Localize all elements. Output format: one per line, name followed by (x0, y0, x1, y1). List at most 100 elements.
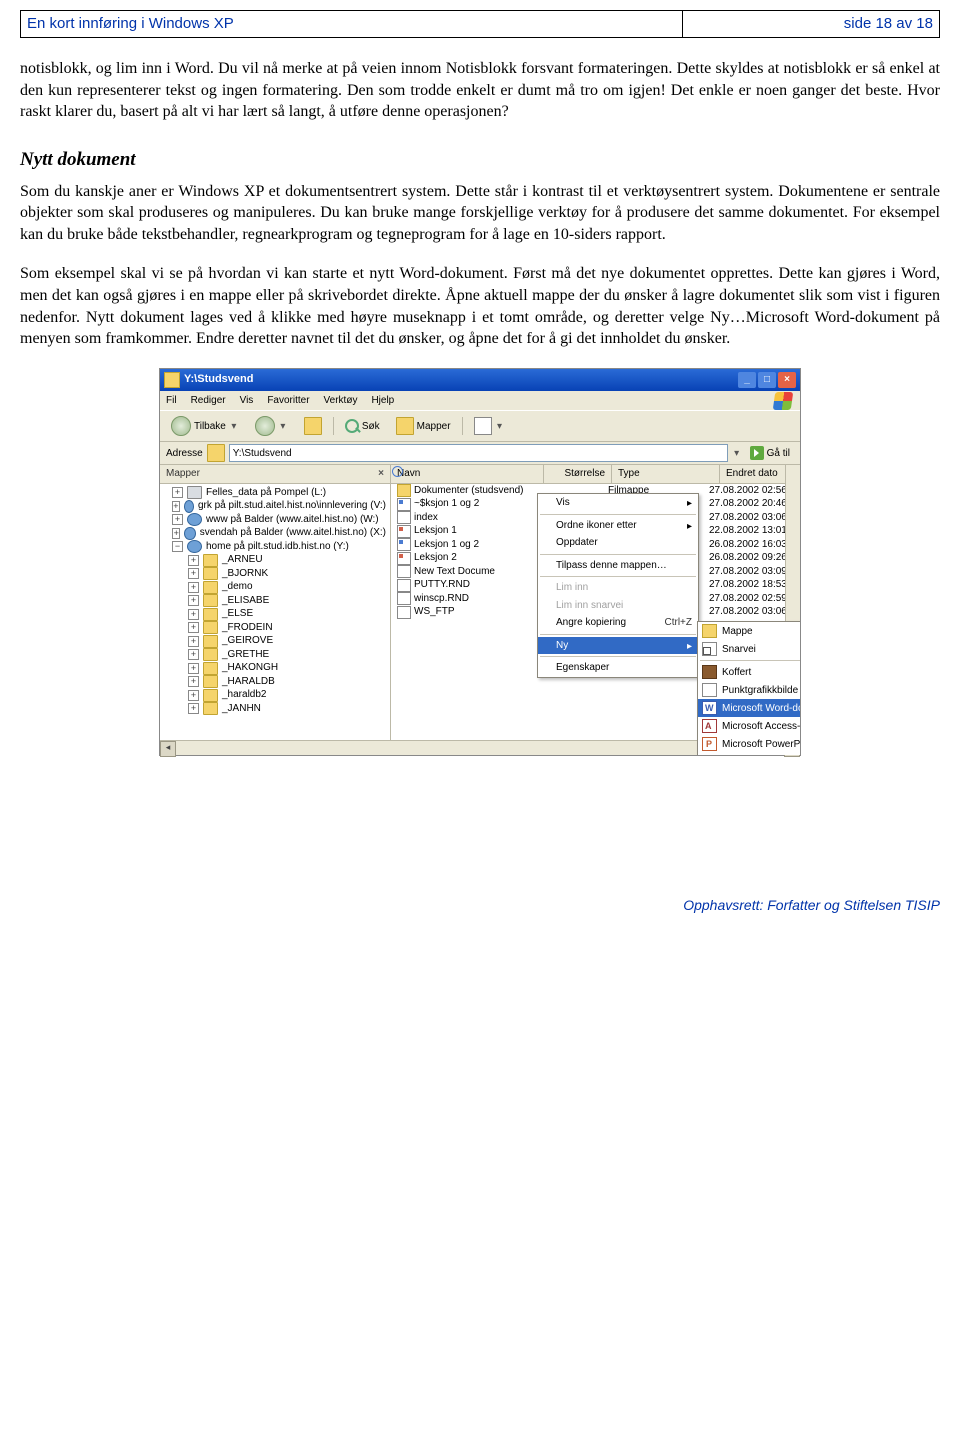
context-menu[interactable]: Vis ▸ Ordne ikoner etter ▸ Oppdater Tilp… (537, 493, 699, 678)
expand-toggle[interactable]: + (188, 555, 199, 566)
tree-item[interactable]: + _GRETHE (162, 648, 388, 662)
new-submenu[interactable]: MappeSnarveiKoffertPunktgrafikkbildeMicr… (697, 621, 800, 755)
tree-item[interactable]: +_HAKONGH (162, 661, 388, 675)
expand-toggle[interactable]: + (188, 690, 199, 701)
submenu-item[interactable]: Snarvei (698, 640, 800, 658)
tree-item[interactable]: +svendah på Balder (www.aitel.hist.no) (… (162, 526, 388, 540)
tree-item[interactable]: +_FRODEIN (162, 621, 388, 635)
submenu-item[interactable]: Microsoft Word-dokument (698, 699, 800, 717)
file-icon (397, 592, 411, 605)
menu-favoritter[interactable]: Favoritter (267, 394, 309, 408)
ctx-oppdater[interactable]: Oppdater (538, 534, 698, 552)
forward-button[interactable]: ▾ (250, 414, 293, 438)
minimize-button[interactable]: _ (738, 372, 756, 388)
expand-toggle[interactable]: + (188, 582, 199, 593)
tree-item[interactable]: +_ELISABE (162, 594, 388, 608)
file-icon (397, 606, 411, 619)
expand-toggle[interactable]: + (172, 514, 183, 525)
expand-toggle[interactable]: + (188, 609, 199, 620)
tree-item[interactable]: +_demo (162, 580, 388, 594)
expand-toggle[interactable]: + (172, 501, 180, 512)
folder-icon (203, 581, 218, 594)
col-name[interactable]: Navn (391, 465, 544, 483)
tree-item-label: _GRETHE (222, 648, 269, 662)
views-button[interactable]: ▾ (469, 415, 510, 437)
go-button[interactable]: Gå til (746, 446, 794, 460)
menu-hjelp[interactable]: Hjelp (371, 394, 394, 408)
tree-item[interactable]: + _GEIROVE (162, 634, 388, 648)
submenu-label: Mappe (722, 625, 753, 639)
tree-item[interactable]: +Felles_data på Pompel (L:) (162, 486, 388, 500)
separator (540, 576, 696, 577)
expand-toggle[interactable]: + (188, 703, 199, 714)
folders-button[interactable]: Mapper (391, 415, 456, 437)
expand-toggle[interactable]: + (188, 649, 199, 660)
menu-vis[interactable]: Vis (240, 394, 254, 408)
chevron-down-icon[interactable]: ▾ (278, 420, 288, 434)
tree-item[interactable]: +_JANHN (162, 702, 388, 716)
submenu-item[interactable]: Punktgrafikkbilde (698, 681, 800, 699)
tree-item[interactable]: +_BJORNK (162, 567, 388, 581)
expand-toggle[interactable]: + (172, 528, 180, 539)
expand-toggle[interactable]: + (188, 676, 199, 687)
paragraph-2: Som du kanskje aner er Windows XP et dok… (20, 181, 940, 246)
access-icon (702, 719, 717, 733)
expand-toggle[interactable]: + (172, 487, 183, 498)
back-button[interactable]: Tilbake ▾ (166, 414, 244, 438)
tree-item[interactable]: +www på Balder (www.aitel.hist.no) (W:) (162, 513, 388, 527)
expand-toggle[interactable]: + (188, 622, 199, 633)
tree-header: Mapper × (160, 465, 390, 484)
views-icon (474, 417, 492, 435)
file-name: WS_FTP (414, 605, 455, 619)
tree-item[interactable]: + _HARALDB (162, 675, 388, 689)
tree-item[interactable]: −home på pilt.stud.idb.hist.no (Y:) (162, 540, 388, 554)
col-size[interactable]: Størrelse (544, 465, 612, 483)
expand-toggle[interactable]: − (172, 541, 183, 552)
tree-item[interactable]: +_ELSE (162, 607, 388, 621)
up-button[interactable] (299, 415, 327, 437)
short-icon (702, 642, 717, 656)
close-tree-button[interactable]: × (378, 467, 384, 481)
menu-fil[interactable]: Fil (166, 394, 177, 408)
tree-item[interactable]: +grk på pilt.stud.aitel.hist.no\innlever… (162, 499, 388, 513)
chevron-down-icon[interactable]: ▾ (229, 420, 239, 434)
menu-rediger[interactable]: Rediger (191, 394, 226, 408)
ctx-egenskaper[interactable]: Egenskaper (538, 659, 698, 677)
separator (333, 417, 334, 435)
file-name: winscp.RND (414, 592, 469, 606)
ppt-icon (702, 737, 717, 751)
tree-item[interactable]: +_haraldb2 (162, 688, 388, 702)
up-folder-icon (304, 417, 322, 435)
col-type[interactable]: Type (612, 465, 720, 483)
expand-toggle[interactable]: + (188, 663, 199, 674)
maximize-button[interactable]: □ (758, 372, 776, 388)
titlebar[interactable]: Y:\Studsvend _ □ × (160, 369, 800, 391)
tree-item-label: _HARALDB (222, 675, 275, 689)
ctx-angre[interactable]: Angre kopiering Ctrl+Z (538, 614, 698, 632)
ctx-vis[interactable]: Vis ▸ (538, 494, 698, 512)
tree-item-label: _GEIROVE (222, 634, 273, 648)
chevron-down-icon[interactable]: ▾ (732, 447, 742, 461)
h-scrollbar[interactable]: ◂ ▸ (160, 740, 391, 755)
scroll-left-button[interactable]: ◂ (160, 741, 176, 755)
submenu-item[interactable]: Koffert (698, 663, 800, 681)
chevron-down-icon[interactable]: ▾ (495, 420, 505, 434)
submenu-item[interactable]: Tekstdokument (698, 753, 800, 755)
address-input[interactable] (229, 444, 728, 462)
expand-toggle[interactable]: + (188, 568, 199, 579)
menu-verktoy[interactable]: Verktøy (324, 394, 358, 408)
ctx-ordne[interactable]: Ordne ikoner etter ▸ (538, 517, 698, 535)
file-icon (397, 511, 411, 524)
tree-item[interactable]: +_ARNEU (162, 553, 388, 567)
close-button[interactable]: × (778, 372, 796, 388)
ctx-tilpass[interactable]: Tilpass denne mappen… (538, 557, 698, 575)
submenu-item[interactable]: Microsoft Access-program (698, 717, 800, 735)
go-icon (750, 446, 764, 460)
submenu-item[interactable]: Microsoft PowerPoint-presentasjon (698, 735, 800, 753)
file-name: Leksjon 2 (414, 551, 457, 565)
expand-toggle[interactable]: + (188, 636, 199, 647)
search-button[interactable]: Søk (340, 417, 385, 435)
submenu-item[interactable]: Mappe (698, 622, 800, 640)
ctx-ny[interactable]: Ny ▸ (538, 637, 698, 655)
expand-toggle[interactable]: + (188, 595, 199, 606)
